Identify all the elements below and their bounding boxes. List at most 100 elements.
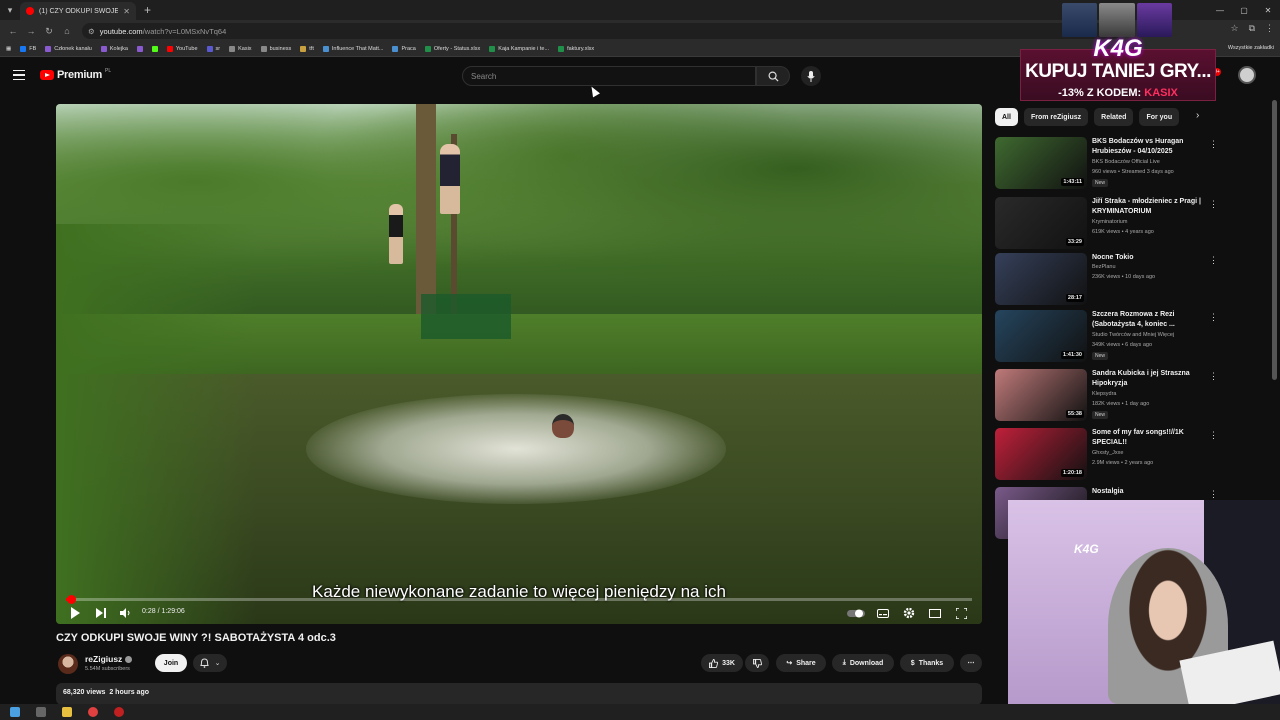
hamburger-menu-icon[interactable]: [13, 70, 25, 81]
video-title[interactable]: Jiří Straka - młodzieniec z Pragi | KRYM…: [1092, 197, 1204, 217]
more-vertical-icon[interactable]: ⋮: [1209, 430, 1218, 441]
play-button[interactable]: [68, 605, 82, 621]
recommended-video[interactable]: 55:38 Sandra Kubicka i jej Straszna Hipok…: [995, 369, 1220, 423]
next-button[interactable]: [94, 605, 108, 621]
bookmark-item[interactable]: faktury.xlsx: [558, 46, 594, 52]
video-thumbnail[interactable]: 28:17: [995, 253, 1087, 305]
video-title[interactable]: Nostalgia: [1092, 487, 1204, 497]
theater-mode-button[interactable]: [928, 605, 942, 621]
bookmark-item[interactable]: Praca: [392, 46, 416, 52]
voice-search-button[interactable]: [801, 66, 821, 86]
browser-menu-icon[interactable]: ⋮: [1265, 23, 1274, 34]
thanks-button[interactable]: $ Thanks: [900, 654, 954, 672]
autoplay-toggle[interactable]: [846, 605, 866, 621]
recommended-video[interactable]: 33:29 Jiří Straka - młodzieniec z Pragi |…: [995, 197, 1220, 251]
close-tab-icon[interactable]: ✕: [123, 7, 130, 16]
obs-icon[interactable]: [114, 707, 124, 717]
search-taskbar-icon[interactable]: [36, 707, 46, 717]
youtube-premium-logo[interactable]: Premium PL: [40, 68, 111, 81]
video-thumbnail[interactable]: 1:43:11: [995, 137, 1087, 189]
bookmark-item[interactable]: Influence That Matt...: [322, 46, 383, 52]
channel-name[interactable]: Klepsydra: [1092, 391, 1116, 397]
more-vertical-icon[interactable]: ⋮: [1209, 139, 1218, 150]
video-title[interactable]: Szczera Rozmowa z Rezi (Sabotażysta 4, k…: [1092, 310, 1204, 330]
dislike-button[interactable]: [745, 654, 769, 672]
more-vertical-icon[interactable]: ⋮: [1209, 371, 1218, 382]
subtitles-button[interactable]: [876, 605, 890, 621]
search-button[interactable]: [756, 66, 790, 86]
video-thumbnail[interactable]: 1:41:30: [995, 310, 1087, 362]
share-button[interactable]: ↪ Share: [776, 654, 826, 672]
more-actions-button[interactable]: ⋯: [960, 654, 982, 672]
channel-name[interactable]: Studio Twórców and Mniej Więcej: [1092, 332, 1174, 338]
join-button[interactable]: Join: [155, 654, 187, 672]
bookmark-item[interactable]: YouTube: [166, 46, 198, 52]
recommended-video[interactable]: 1:43:11 BKS Bodaczów vs Huragan Hrubieszó…: [995, 137, 1220, 191]
all-bookmarks[interactable]: Wszystkie zakładki: [1228, 45, 1274, 51]
progress-bar[interactable]: [66, 595, 972, 604]
url-field[interactable]: ⚙ youtube.com/watch?v=L0MSxNvTq64: [82, 23, 1122, 39]
bookmark-item[interactable]: Członek kanału: [45, 46, 92, 52]
more-vertical-icon[interactable]: ⋮: [1209, 255, 1218, 266]
video-title[interactable]: Nocne Tokio: [1092, 253, 1204, 263]
channel-name[interactable]: BKS Bodaczów Official Live: [1092, 159, 1160, 165]
recommended-video[interactable]: 1:20:18 Some of my fav songs!!//1K SPECIA…: [995, 428, 1220, 482]
apps-icon[interactable]: ▦: [6, 46, 11, 52]
file-explorer-icon[interactable]: [62, 707, 72, 717]
search-input[interactable]: Search: [462, 66, 756, 86]
bookmark-item[interactable]: FB: [20, 46, 36, 52]
chip-for-you[interactable]: For you: [1139, 108, 1180, 126]
video-title[interactable]: Sandra Kubicka i jej Straszna Hipokryzja: [1092, 369, 1204, 389]
bookmark-star-icon[interactable]: ☆: [1230, 23, 1238, 34]
channel-name[interactable]: Kryminatorium: [1092, 219, 1127, 225]
site-info-icon[interactable]: ⚙: [88, 27, 95, 36]
bookmark-item[interactable]: Kasix: [229, 46, 252, 52]
bookmark-item[interactable]: tft: [300, 46, 314, 52]
more-vertical-icon[interactable]: ⋮: [1209, 312, 1218, 323]
like-button[interactable]: 33K: [701, 654, 743, 672]
user-avatar[interactable]: [1238, 66, 1256, 84]
settings-button[interactable]: [902, 605, 916, 621]
notifications-button[interactable]: ⌄: [193, 654, 227, 672]
description-box[interactable]: 68,320 views 2 hours ago: [56, 683, 982, 705]
chip-all[interactable]: All: [995, 108, 1018, 126]
mute-button[interactable]: [118, 605, 132, 621]
maximize-icon[interactable]: ▢: [1232, 0, 1256, 20]
video-thumbnail[interactable]: 33:29: [995, 197, 1087, 249]
chip-related[interactable]: Related: [1094, 108, 1134, 126]
fullscreen-button[interactable]: [954, 605, 968, 621]
home-icon[interactable]: ⌂: [58, 26, 76, 36]
channel-name[interactable]: reZigiusz: [85, 654, 133, 664]
browser-tab[interactable]: (1) CZY ODKUPI SWOJE WINY ?! SABOTAŻYSTA…: [20, 2, 136, 20]
video-player[interactable]: Każde niewykonane zadanie to więcej pien…: [56, 104, 982, 624]
scrollbar[interactable]: [1272, 100, 1277, 380]
bookmark-item[interactable]: Kaja Kampanie i te...: [489, 46, 549, 52]
reload-icon[interactable]: ↻: [40, 26, 58, 37]
download-button[interactable]: ⤓ Download: [832, 654, 894, 672]
extensions-icon[interactable]: ⧉: [1249, 23, 1255, 34]
bookmark-item[interactable]: [136, 46, 143, 52]
chip-from-channel[interactable]: From reZigiusz: [1023, 108, 1089, 126]
windows-start-icon[interactable]: [10, 707, 20, 717]
video-thumbnail[interactable]: 55:38: [995, 369, 1087, 421]
more-vertical-icon[interactable]: ⋮: [1209, 199, 1218, 210]
channel-name[interactable]: Ghxsty_Jxxe: [1092, 450, 1123, 456]
video-title[interactable]: BKS Bodaczów vs Huragan Hrubieszów - 04/…: [1092, 137, 1204, 157]
channel-name[interactable]: BezPlanu: [1092, 264, 1116, 270]
bookmark-item[interactable]: business: [260, 46, 291, 52]
video-thumbnail[interactable]: 1:20:18: [995, 428, 1087, 480]
forward-icon[interactable]: →: [22, 26, 40, 36]
recommended-video[interactable]: 28:17 Nocne Tokio BezPlanu 236K views • 10 …: [995, 253, 1220, 307]
new-tab-icon[interactable]: +: [136, 3, 159, 17]
back-icon[interactable]: ←: [4, 26, 22, 36]
recommended-video[interactable]: 1:41:30 Szczera Rozmowa z Rezi (Sabotażys…: [995, 310, 1220, 364]
bookmark-item[interactable]: sr: [206, 46, 220, 52]
bookmark-item[interactable]: [151, 46, 158, 52]
video-title[interactable]: Some of my fav songs!!//1K SPECIAL!!: [1092, 428, 1204, 448]
bookmark-item[interactable]: Oferty - Status.xlsx: [424, 46, 480, 52]
chevron-right-icon[interactable]: ›: [1196, 110, 1199, 121]
more-vertical-icon[interactable]: ⋮: [1209, 489, 1218, 500]
tab-search-icon[interactable]: ▾: [0, 0, 20, 20]
channel-avatar[interactable]: [58, 654, 78, 674]
chrome-icon[interactable]: [88, 707, 98, 717]
